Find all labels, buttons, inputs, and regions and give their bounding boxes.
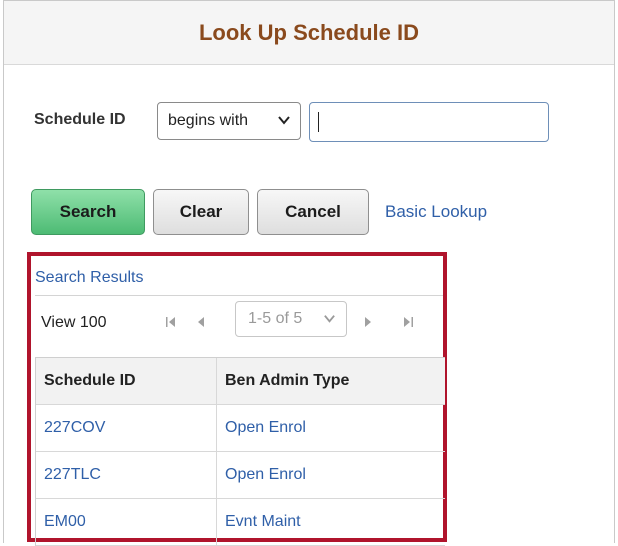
basic-lookup-link[interactable]: Basic Lookup xyxy=(385,202,487,222)
column-header-ben-admin-type[interactable]: Ben Admin Type xyxy=(217,358,445,404)
table-row: 227TLC Open Enrol xyxy=(36,452,445,499)
search-button[interactable]: Search xyxy=(31,189,145,235)
page-range-select[interactable]: 1-5 of 5 xyxy=(235,301,347,337)
ben-admin-type-link[interactable]: Open Enrol xyxy=(225,419,306,437)
ben-admin-type-link[interactable]: Evnt Maint xyxy=(225,513,301,531)
schedule-id-link[interactable]: 227TLC xyxy=(44,466,101,484)
search-results-title[interactable]: Search Results xyxy=(35,269,144,287)
page-title: Look Up Schedule ID xyxy=(198,19,420,45)
results-grid: Schedule ID Ben Admin Type 227COV Open E… xyxy=(35,357,445,546)
column-header-schedule-id[interactable]: Schedule ID xyxy=(36,358,217,404)
schedule-id-label: Schedule ID xyxy=(34,111,126,128)
schedule-id-link[interactable]: EM00 xyxy=(44,513,86,531)
divider xyxy=(35,295,443,296)
first-page-icon[interactable] xyxy=(164,315,178,329)
chevron-down-icon xyxy=(278,116,290,125)
grid-header-row: Schedule ID Ben Admin Type xyxy=(36,358,445,405)
title-bar: Look Up Schedule ID xyxy=(4,1,614,65)
chevron-down-icon xyxy=(324,315,335,323)
ben-admin-type-link[interactable]: Open Enrol xyxy=(225,466,306,484)
operator-value: begins with xyxy=(168,112,249,129)
view-100-link[interactable]: View 100 xyxy=(41,314,107,332)
page-range-value: 1-5 of 5 xyxy=(248,310,303,327)
next-page-icon[interactable] xyxy=(361,315,375,329)
last-page-icon[interactable] xyxy=(401,315,415,329)
previous-page-icon[interactable] xyxy=(194,315,208,329)
cancel-button[interactable]: Cancel xyxy=(257,189,369,235)
operator-select[interactable]: begins with xyxy=(157,102,301,140)
lookup-dialog: Look Up Schedule ID Schedule ID begins w… xyxy=(3,0,615,546)
schedule-id-link[interactable]: 227COV xyxy=(44,419,105,437)
schedule-id-input[interactable] xyxy=(309,102,549,142)
table-row: 227COV Open Enrol xyxy=(36,405,445,452)
table-row: EM00 Evnt Maint xyxy=(36,499,445,546)
search-results-panel: Search Results View 100 1-5 of 5 Schedul… xyxy=(27,252,447,546)
clear-button[interactable]: Clear xyxy=(153,189,249,235)
text-caret xyxy=(318,112,319,132)
